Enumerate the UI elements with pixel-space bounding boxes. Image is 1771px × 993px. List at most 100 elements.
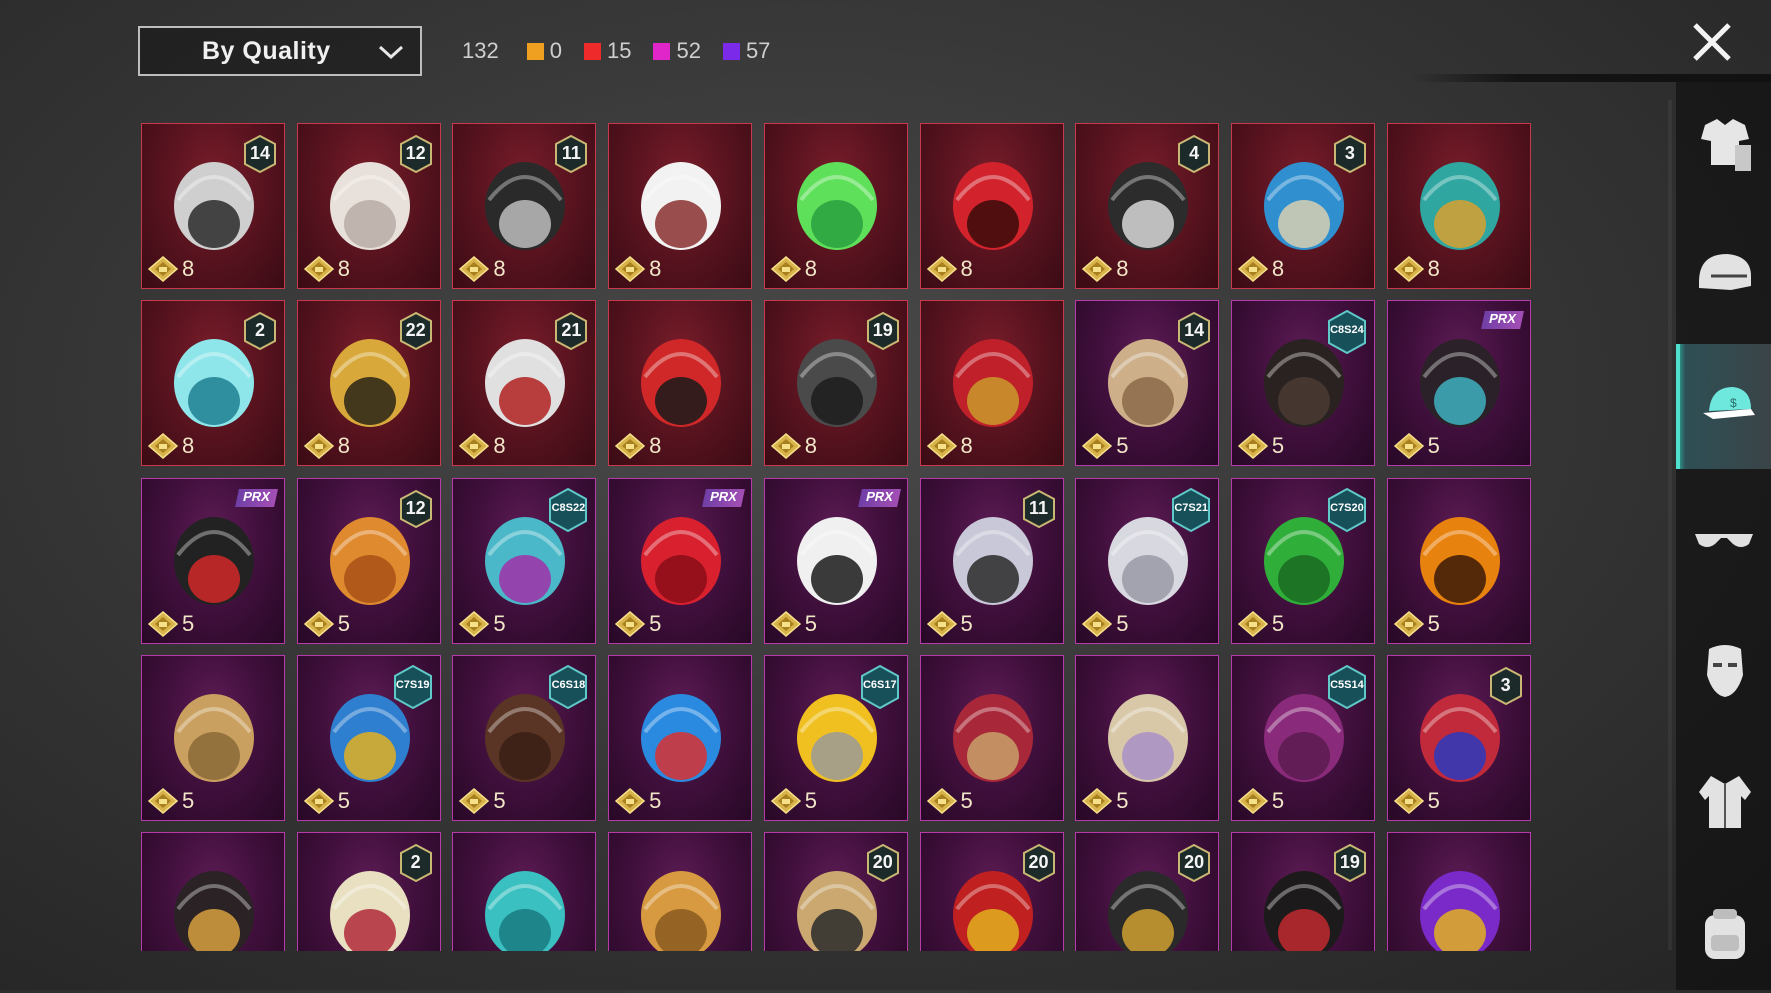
item-price: 8 xyxy=(1237,256,1285,282)
curly-blonde-hair-icon xyxy=(1108,693,1189,782)
item-tile[interactable]: 5 PRX xyxy=(141,477,285,644)
price-value: 8 xyxy=(182,256,195,281)
jacket-icon xyxy=(1698,775,1751,828)
sidebar-item-glasses[interactable] xyxy=(1676,475,1771,600)
item-tile[interactable]: 5 C7S20 xyxy=(1230,477,1375,644)
item-tile[interactable]: 82 xyxy=(141,300,285,467)
red-gold-helmet-icon xyxy=(952,339,1033,428)
item-tile[interactable]: 5 C6S17 xyxy=(763,654,908,821)
item-tile[interactable]: 8 xyxy=(608,300,753,467)
item-tile[interactable]: 5 C7S21 xyxy=(1075,477,1220,644)
price-value: 5 xyxy=(1427,433,1440,459)
sidebar-item-backpack[interactable] xyxy=(1676,868,1771,993)
item-tile[interactable]: 8 22 xyxy=(296,300,441,467)
coin-icon xyxy=(148,433,178,460)
price-value: 5 xyxy=(649,610,662,636)
level-badge: 20 xyxy=(1021,843,1057,883)
sidebar-item-mask[interactable] xyxy=(1676,606,1771,731)
item-tile[interactable]: 8 xyxy=(919,300,1064,467)
item-tile[interactable]: 5 14 xyxy=(1075,300,1220,467)
item-price: 5 xyxy=(615,611,661,637)
item-tile[interactable]: 8 xyxy=(763,123,908,289)
price-value: 5 xyxy=(1271,787,1285,813)
item-tile[interactable]: 5 12 xyxy=(296,477,441,644)
item-tile[interactable]: 5 xyxy=(1075,654,1220,821)
item-price: 8 xyxy=(1393,256,1440,282)
item-tile[interactable]: 53 xyxy=(1386,654,1531,821)
item-tile[interactable]: 5 xyxy=(919,654,1064,821)
price-value: 5 xyxy=(1116,433,1129,459)
coin-icon xyxy=(615,610,646,637)
close-button[interactable] xyxy=(1688,18,1736,66)
item-price: 8 xyxy=(459,256,506,282)
coin-icon xyxy=(926,787,957,814)
price-value: 5 xyxy=(1427,610,1440,636)
item-tile[interactable]: 5 xyxy=(141,654,285,821)
item-tile[interactable]: 5 xyxy=(1386,477,1531,644)
price-value: 5 xyxy=(804,787,818,813)
blonde-long-hair-icon xyxy=(174,693,254,782)
sidebar-item-outfit[interactable] xyxy=(1676,82,1771,207)
item-tile[interactable]: 5 11 xyxy=(919,477,1064,644)
item-price: 5 xyxy=(303,788,350,814)
price-value: 8 xyxy=(493,256,506,281)
item-tile[interactable]: 8 14 xyxy=(141,123,285,289)
item-tile[interactable]: 5 PRX xyxy=(1386,300,1531,467)
sidebar-item-helmet[interactable] xyxy=(1676,213,1771,338)
item-tile[interactable]: 520 xyxy=(919,832,1064,951)
item-tile[interactable]: 5 C8S22 xyxy=(452,477,597,644)
item-tile[interactable]: 8 12 xyxy=(296,123,441,289)
item-tile[interactable]: 5 C6S18 xyxy=(452,654,597,821)
item-tile[interactable]: 5 xyxy=(141,832,285,951)
item-price: 5 xyxy=(459,611,506,637)
oni-mask-icon xyxy=(641,339,722,428)
header-divider xyxy=(1410,74,1771,82)
item-price: 5 xyxy=(926,611,973,637)
red-hair-icon xyxy=(641,516,722,605)
item-tile[interactable]: 5 PRX xyxy=(608,477,753,644)
item-tile[interactable]: 8 xyxy=(608,123,753,289)
price-value: 5 xyxy=(493,787,506,813)
green-hair-icon xyxy=(796,162,877,250)
item-tile[interactable]: 5 xyxy=(608,654,753,821)
item-tile[interactable]: 5 C5S14 xyxy=(1230,654,1375,821)
item-tile[interactable]: 5 xyxy=(608,832,753,951)
item-tile[interactable]: 8 21 xyxy=(452,300,597,467)
item-tile[interactable]: 5 xyxy=(1386,832,1531,951)
season-badge: C7S21 xyxy=(1170,487,1212,533)
item-tile[interactable]: 8 xyxy=(1386,123,1531,289)
price-value: 8 xyxy=(804,256,818,281)
item-tile[interactable]: 520 xyxy=(763,832,908,951)
price-value: 8 xyxy=(1271,256,1285,281)
item-tile[interactable]: 5 C7S19 xyxy=(296,654,441,821)
item-tile[interactable]: 52 xyxy=(296,832,441,951)
cap-icon: $ xyxy=(1702,386,1755,419)
item-tile[interactable]: 5 PRX xyxy=(763,477,908,644)
coin-icon xyxy=(770,256,801,282)
sidebar-item-cap[interactable]: $ xyxy=(1676,344,1771,469)
level-badge: 2 xyxy=(242,311,278,351)
grid-scrollbar[interactable] xyxy=(1668,100,1672,950)
item-tile[interactable]: 84 xyxy=(1075,123,1220,289)
coin-icon xyxy=(1393,256,1424,282)
sidebar-item-jacket[interactable] xyxy=(1676,737,1771,862)
black-hair-ribbon-icon xyxy=(1419,339,1500,428)
coin-icon xyxy=(1393,610,1424,637)
price-value: 5 xyxy=(1116,610,1129,636)
item-price: 5 xyxy=(770,611,817,637)
coin-icon xyxy=(303,256,334,282)
item-tile[interactable]: 8 11 xyxy=(452,123,597,289)
item-tile[interactable]: 5 xyxy=(452,832,597,951)
item-tile[interactable]: 8 19 xyxy=(763,300,908,467)
item-tile[interactable]: 8 xyxy=(919,123,1064,289)
price-value: 5 xyxy=(1271,610,1285,636)
sort-dropdown[interactable]: By Quality xyxy=(138,26,422,76)
price-value: 5 xyxy=(1427,787,1440,813)
price-value: 5 xyxy=(182,787,195,813)
item-tile[interactable]: 519 xyxy=(1230,832,1375,951)
item-tile[interactable]: 520 xyxy=(1075,832,1220,951)
item-tile[interactable]: 5 C8S24 xyxy=(1230,300,1375,467)
sort-dropdown-label: By Quality xyxy=(202,36,331,65)
category-sidebar: $ xyxy=(1676,82,1771,990)
item-tile[interactable]: 83 xyxy=(1230,123,1375,289)
